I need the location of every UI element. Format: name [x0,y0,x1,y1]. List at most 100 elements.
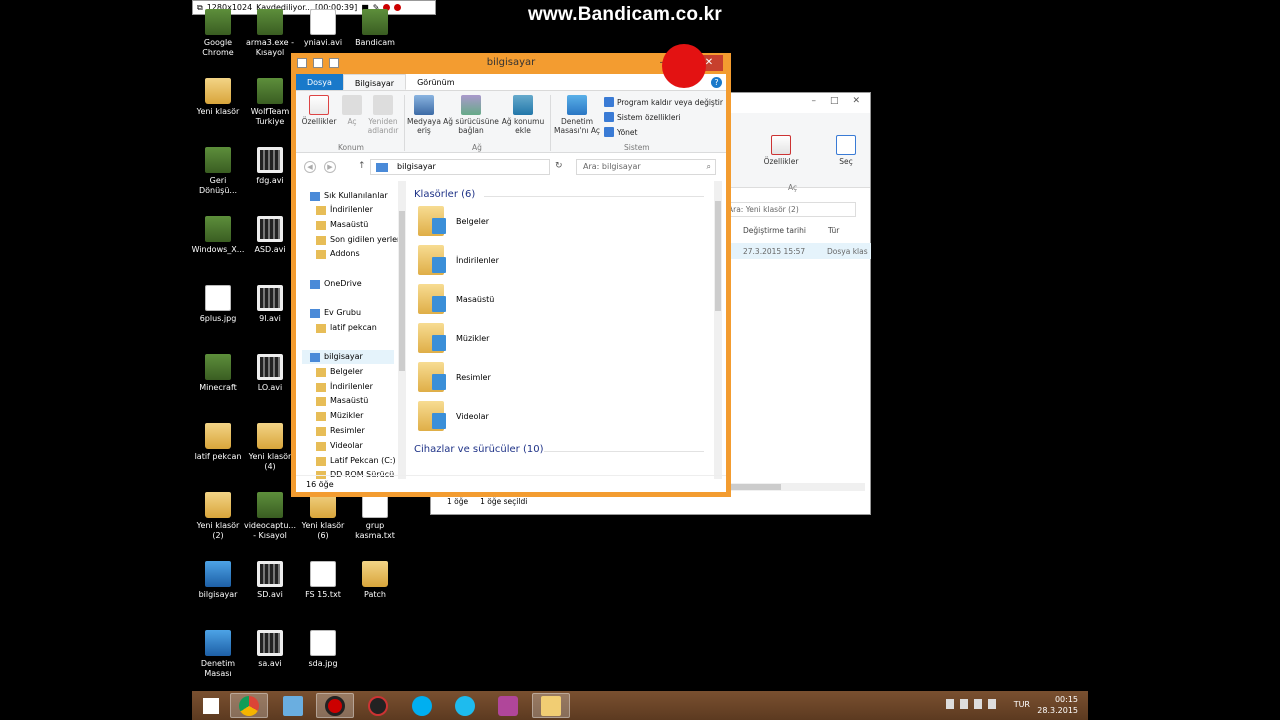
uninstall-program-button[interactable]: Program kaldır veya değiştir [604,97,723,107]
devices-group-header[interactable]: Cihazlar ve sürücüler (10) [414,444,704,455]
scrollbar-thumb[interactable] [715,201,721,311]
nav-item[interactable]: Latif Pekcan (C:) [316,454,396,468]
add-network-location-button[interactable]: Ağ konumu ekle [501,95,545,135]
taskbar-chrome[interactable] [230,693,268,718]
desktop-icon[interactable]: sa.avi [243,630,297,669]
taskbar-explorer[interactable] [532,693,570,718]
desktop-icon[interactable]: yniavi.avi [296,9,350,48]
content-pane[interactable]: Klasörler (6) Cihazlar ve sürücüler (10)… [408,181,714,479]
flag-icon[interactable] [974,699,982,709]
desktop-icon[interactable]: 9l.avi [243,285,297,324]
map-drive-button[interactable]: Ağ sürücüsüne bağlan [443,95,499,135]
desktop-icon[interactable]: Patch [348,561,402,600]
search-input[interactable]: Ara: bilgisayar ⌕ [576,159,716,175]
maximize-button[interactable]: □ [830,96,839,106]
taskbar-control-panel[interactable] [274,693,312,718]
nav-item[interactable]: Son gidilen yerler [316,233,400,247]
nav-item[interactable]: Masaüstü [316,394,368,408]
nav-item[interactable]: Addons [316,247,360,261]
nav-item[interactable]: Ev Grubu [310,306,361,320]
folder-item[interactable]: Müzikler [418,320,489,356]
language-indicator[interactable]: TUR [1014,700,1030,709]
tab-view[interactable]: Görünüm [406,74,465,90]
select-button[interactable]: Seç [831,135,861,166]
desktop-icon[interactable]: ASD.avi [243,216,297,255]
volume-icon[interactable] [988,699,996,709]
nav-item[interactable]: OneDrive [310,277,362,291]
desktop-icon[interactable]: grup kasma.txt [348,492,402,541]
nav-item[interactable]: İndirilenler [316,380,373,394]
folder-item[interactable]: Belgeler [418,203,489,239]
desktop-icon[interactable]: videocaptu... - Kısayol [243,492,297,541]
desktop-icon[interactable]: sda.jpg [296,630,350,669]
desktop-icon[interactable]: LO.avi [243,354,297,393]
table-row[interactable]: 27.3.2015 15:57 Dosya klas [731,243,871,259]
address-bar[interactable]: bilgisayar [370,159,550,175]
rename-button[interactable]: Yeniden adlandır [366,95,400,135]
folder-item[interactable]: İndirilenler [418,242,499,278]
folders-group-header[interactable]: Klasörler (6) [414,189,704,200]
nav-item[interactable]: Masaüstü [316,218,368,232]
desktop-icon[interactable]: Windows_X... [191,216,245,255]
manage-button[interactable]: Yönet [604,127,637,137]
nav-item[interactable]: latif pekcan [316,321,377,335]
desktop-icon[interactable]: Yeni klasör (6) [296,492,350,541]
desktop-icon[interactable]: Minecraft [191,354,245,393]
navigation-pane[interactable]: Sık Kullanılanlar İndirilenler Masaüstü Son… [296,181,400,479]
open-button[interactable]: Aç [342,95,362,126]
desktop-icon[interactable]: latif pekcan [191,423,245,462]
scrollbar-thumb[interactable] [399,211,405,371]
folder-item[interactable]: Masaüstü [418,281,494,317]
nav-item[interactable]: Resimler [316,424,365,438]
folder-item[interactable]: Videolar [418,398,489,434]
desktop-icon[interactable]: Google Chrome [191,9,245,58]
desktop-icon[interactable]: Yeni klasör [191,78,245,117]
desktop-icon[interactable]: Yeni klasör (4) [243,423,297,472]
back-button[interactable]: ◀ [304,161,316,173]
desktop-icon[interactable]: bilgisayar [191,561,245,600]
minimize-button[interactable]: – [811,96,816,106]
taskbar-camera[interactable] [489,693,527,718]
search-input[interactable]: Ara: Yeni klasör (2) [721,202,856,217]
desktop-icon[interactable]: fdg.avi [243,147,297,186]
desktop-icon[interactable]: FS 15.txt [296,561,350,600]
desktop-icon[interactable]: Bandicam [348,9,402,48]
nav-item[interactable]: Sık Kullanılanlar [310,189,388,203]
chevron-up-icon[interactable] [946,699,954,709]
desktop-icon[interactable]: Denetim Masası [191,630,245,679]
column-type[interactable]: Tür [828,226,839,235]
refresh-icon[interactable]: ↻ [555,161,563,171]
control-panel-button[interactable]: Denetim Masası'nı Aç [554,95,600,135]
desktop-icon[interactable]: Yeni klasör (2) [191,492,245,541]
up-button[interactable]: ↑ [358,161,366,171]
media-access-button[interactable]: Medyaya eriş [407,95,441,135]
tab-file[interactable]: Dosya [296,74,343,90]
nav-item[interactable]: bilgisayar [302,350,394,364]
taskbar-bandicam[interactable] [316,693,354,718]
nav-item[interactable]: Müzikler [316,409,363,423]
column-date[interactable]: Değiştirme tarihi [743,226,806,235]
desktop-icon[interactable]: Geri Dönüşü... [191,147,245,196]
network-icon[interactable] [960,699,968,709]
desktop-icon[interactable]: WolfTeam Turkiye [243,78,297,127]
clock[interactable]: 00:15 28.3.2015 [1037,694,1078,716]
nav-item[interactable]: Belgeler [316,365,363,379]
folder-item[interactable]: Resimler [418,359,491,395]
explorer-window[interactable]: bilgisayar – □ ✕ Dosya Bilgisayar Görünü… [291,53,731,497]
properties-button[interactable]: Özellikler [761,135,801,166]
help-icon[interactable]: ? [707,74,726,90]
taskbar-skype[interactable] [403,693,441,718]
desktop-icon[interactable]: SD.avi [243,561,297,600]
tab-computer[interactable]: Bilgisayar [342,74,407,90]
nav-scrollbar[interactable] [398,181,406,479]
desktop-icon[interactable]: arma3.exe - Kısayol [243,9,297,58]
properties-button[interactable]: Özellikler [300,95,338,126]
start-button[interactable] [192,693,230,718]
nav-item[interactable]: İndirilenler [316,203,373,217]
system-properties-button[interactable]: Sistem özellikleri [604,112,681,122]
taskbar-app[interactable] [359,693,397,718]
close-button[interactable]: ✕ [852,96,860,106]
taskbar-ie[interactable] [446,693,484,718]
desktop-icon[interactable]: 6plus.jpg [191,285,245,324]
forward-button[interactable]: ▶ [324,161,336,173]
